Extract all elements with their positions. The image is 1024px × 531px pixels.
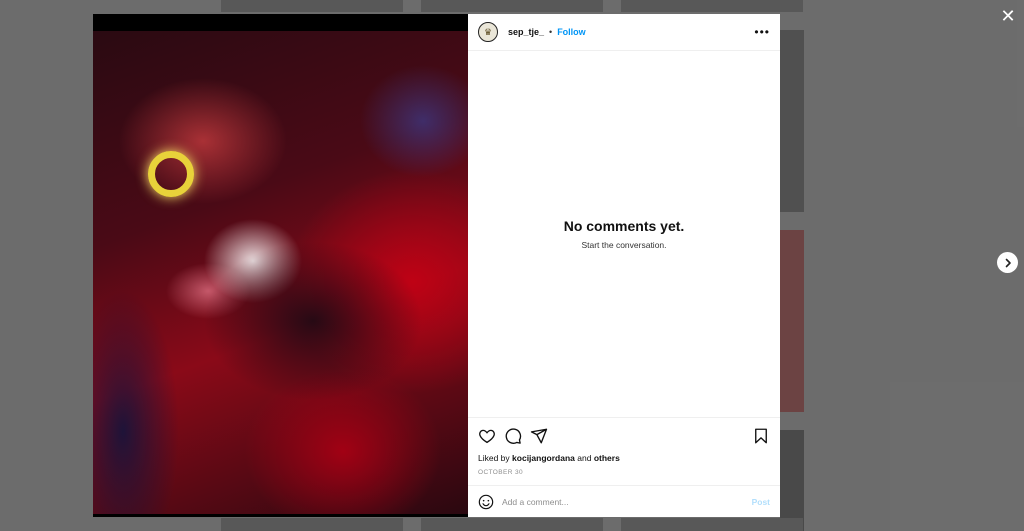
comment-bar: Post xyxy=(468,485,780,517)
no-comments-title: No comments yet. xyxy=(563,218,685,234)
post-header: ♛ sep_tje_ • Follow ••• xyxy=(468,14,780,51)
post-date: OCTOBER 30 xyxy=(478,469,524,476)
liked-by-user-link[interactable]: kocijangordana xyxy=(512,453,575,463)
separator-dot: • xyxy=(549,27,553,37)
more-options-icon[interactable]: ••• xyxy=(754,25,770,39)
close-icon[interactable]: ✕ xyxy=(998,6,1018,26)
post-media xyxy=(93,14,468,517)
avatar[interactable]: ♛ xyxy=(478,22,498,42)
chevron-right-icon xyxy=(1005,258,1011,267)
no-comments-subtitle: Start the conversation. xyxy=(581,240,667,250)
username-link[interactable]: sep_tje_ xyxy=(508,27,544,37)
comment-input[interactable] xyxy=(502,496,752,507)
heart-icon[interactable] xyxy=(478,427,496,445)
photo-crowd xyxy=(203,241,423,401)
follow-button[interactable]: Follow xyxy=(557,27,586,37)
likes-others-link[interactable]: others xyxy=(594,453,620,463)
comments-area: No comments yet. Start the conversation. xyxy=(468,51,780,417)
share-icon[interactable] xyxy=(530,427,548,445)
comment-icon[interactable] xyxy=(504,427,522,445)
next-post-button[interactable] xyxy=(997,252,1018,273)
post-comment-button[interactable]: Post xyxy=(752,497,770,507)
likes-prefix: Liked by xyxy=(478,453,510,463)
photo-light-ring xyxy=(148,151,194,197)
likes-summary: Liked by kocijangordana and others xyxy=(468,453,780,463)
likes-middle: and xyxy=(577,453,592,463)
bookmark-icon[interactable] xyxy=(752,427,770,445)
post-side-panel: ♛ sep_tje_ • Follow ••• No comments yet.… xyxy=(468,14,780,517)
post-photo xyxy=(93,31,468,514)
action-bar xyxy=(468,417,780,453)
post-modal: ♛ sep_tje_ • Follow ••• No comments yet.… xyxy=(93,14,780,517)
emoji-icon[interactable] xyxy=(478,494,494,510)
